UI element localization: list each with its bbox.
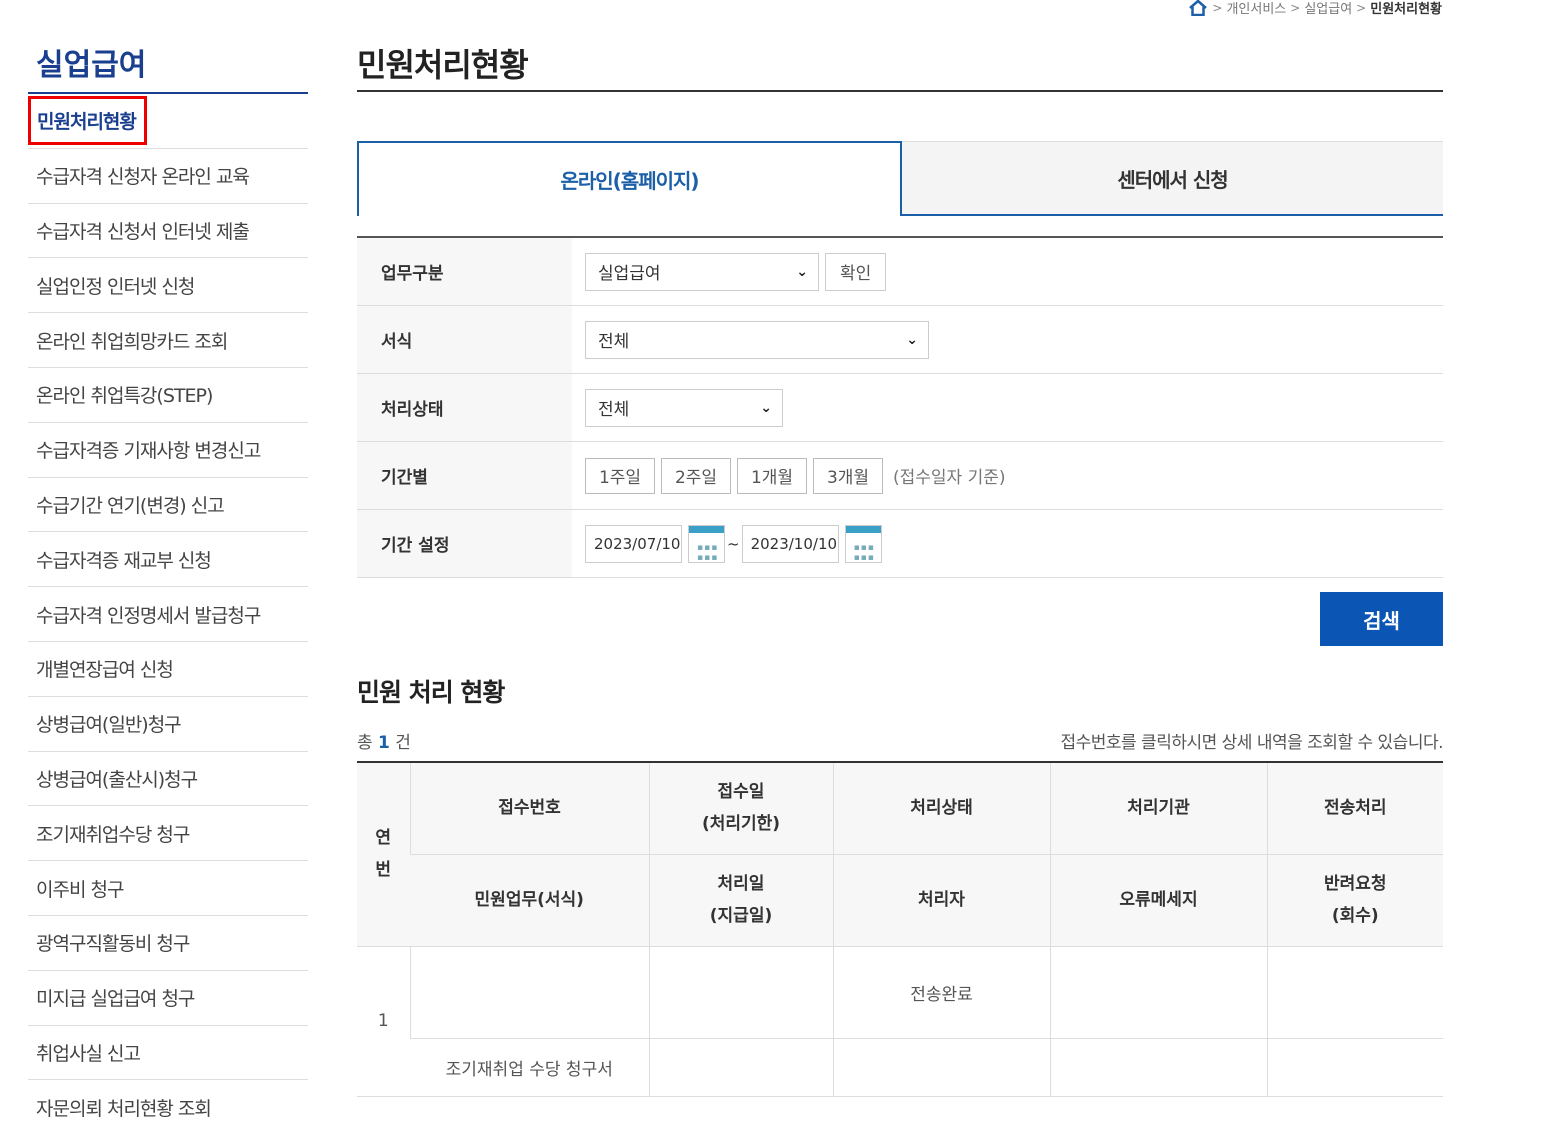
form-type-label: 서식 [357, 306, 572, 373]
sidebar-item-advisory-status[interactable]: 자문의뢰 처리현황 조회 [28, 1080, 308, 1125]
breadcrumb-current: 민원처리현황 [1370, 2, 1442, 17]
header-return: 반려요청 (회수) [1266, 854, 1443, 947]
header-process-date: 처리일 (지급일) [648, 854, 833, 947]
results-table: 연 번 접수번호 접수일 (처리기한) 처리상태 처리기관 전송처리 민원업무(… [357, 761, 1443, 1097]
chevron-right-icon: > [1290, 0, 1301, 15]
row-return [1266, 1038, 1443, 1097]
count-suffix: 건 [395, 733, 411, 753]
sidebar-item-change-report[interactable]: 수급자격증 기재사항 변경신고 [28, 423, 308, 478]
count-value: 1 [378, 733, 390, 753]
result-count: 총 1 건 [357, 728, 411, 753]
chevron-right-icon: > [1356, 0, 1367, 15]
period-note: (접수일자 기준) [893, 468, 1006, 488]
chevron-down-icon: ⌄ [760, 399, 772, 416]
sidebar-item-certificate[interactable]: 수급자격 인정명세서 발급청구 [28, 587, 308, 642]
status-select[interactable]: 전체 ⌄ [585, 388, 783, 427]
end-date-input[interactable]: 2023/10/10 [741, 524, 839, 563]
count-prefix: 총 [357, 733, 373, 753]
sidebar-item-job-hope-card[interactable]: 온라인 취업희망카드 조회 [28, 313, 308, 368]
row-receipt-date [648, 946, 833, 1039]
date-range-label: 기간 설정 [357, 510, 572, 577]
start-date-input[interactable]: 2023/07/10 [585, 524, 682, 563]
header-no: 연 번 [357, 762, 410, 947]
sidebar-item-step[interactable]: 온라인 취업특강(STEP) [28, 368, 308, 423]
status-label: 처리상태 [357, 374, 572, 441]
form-row-status: 처리상태 전체 ⌄ [357, 374, 1443, 442]
sidebar-item-reissue[interactable]: 수급자격증 재교부 신청 [28, 532, 308, 588]
header-agency: 처리기관 [1049, 762, 1267, 855]
header-error: 오류메세지 [1049, 854, 1267, 947]
sidebar-item-job-search-expense[interactable]: 광역구직활동비 청구 [28, 916, 308, 971]
results-title: 민원 처리 현황 [357, 678, 505, 707]
sidebar-item-early-reemployment[interactable]: 조기재취업수당 청구 [28, 806, 308, 862]
form-row-date-range: 기간 설정 2023/07/10 ▪▪▪ ▪▪▪ ~ 2023/10/10 ▪▪▪… [357, 510, 1443, 578]
sidebar-item-complaint-status[interactable]: 민원처리현황 [28, 94, 308, 149]
home-icon[interactable] [1188, 0, 1208, 16]
form-row-work-type: 업무구분 실업급여 ⌄ 확인 [357, 238, 1443, 306]
breadcrumb: > 개인서비스 > 실업급여 > 민원처리현황 [1188, 0, 1442, 17]
row-no: 1 [357, 946, 410, 1097]
sidebar: 실업급여 민원처리현황 수급자격 신청자 온라인 교육 수급자격 신청서 인터넷… [28, 40, 308, 1125]
tab-center[interactable]: 센터에서 신청 [902, 141, 1443, 216]
row-receipt-no[interactable] [409, 946, 649, 1039]
breadcrumb-item[interactable]: 실업급여 [1304, 0, 1352, 17]
sidebar-item-relocation[interactable]: 이주비 청구 [28, 861, 308, 916]
calendar-icon[interactable]: ▪▪▪ ▪▪▪ [844, 524, 882, 563]
table-row: 1 전송완료 [357, 946, 1443, 1097]
sidebar-item-sickness-general[interactable]: 상병급여(일반)청구 [28, 697, 308, 752]
row-status: 전송완료 [832, 946, 1050, 1039]
row-error [1049, 1038, 1267, 1097]
work-type-value: 실업급여 [598, 264, 661, 284]
work-type-select[interactable]: 실업급여 ⌄ [585, 252, 819, 291]
chevron-down-icon: ⌄ [906, 331, 918, 348]
header-receipt-no: 접수번호 [409, 762, 649, 855]
sidebar-item-online-education[interactable]: 수급자격 신청자 온라인 교육 [28, 149, 308, 204]
table-row: 조기재취업 수당 청구서 [357, 1038, 1443, 1097]
tab-bar: 온라인(홈페이지) 센터에서 신청 [357, 141, 1443, 216]
header-handler: 처리자 [832, 854, 1050, 947]
sidebar-title: 실업급여 [28, 40, 308, 94]
chevron-right-icon: > [1212, 0, 1223, 15]
chevron-down-icon: ⌄ [796, 263, 808, 280]
calendar-icon[interactable]: ▪▪▪ ▪▪▪ [688, 524, 725, 563]
sidebar-item-period-extension[interactable]: 수급기간 연기(변경) 신고 [28, 478, 308, 533]
header-transmit: 전송처리 [1266, 762, 1443, 855]
period-label: 기간별 [357, 442, 572, 509]
form-type-select[interactable]: 전체 ⌄ [585, 320, 929, 359]
sidebar-item-employment-report[interactable]: 취업사실 신고 [28, 1026, 308, 1081]
date-separator: ~ [727, 534, 740, 553]
work-type-label: 업무구분 [357, 238, 572, 305]
breadcrumb-item[interactable]: 개인서비스 [1226, 0, 1286, 17]
period-1week-button[interactable]: 1주일 [585, 457, 655, 494]
form-type-value: 전체 [598, 332, 630, 352]
sidebar-item-sickness-maternity[interactable]: 상병급여(출산시)청구 [28, 752, 308, 807]
row-transmit [1266, 946, 1443, 1039]
sidebar-item-unpaid-benefit[interactable]: 미지급 실업급여 청구 [28, 971, 308, 1026]
sidebar-item-individual-extension[interactable]: 개별연장급여 신청 [28, 642, 308, 697]
sidebar-item-label: 민원처리현황 [28, 96, 147, 146]
header-task: 민원업무(서식) [410, 854, 649, 947]
form-row-form-type: 서식 전체 ⌄ [357, 306, 1443, 374]
header-receipt-date: 접수일 (처리기한) [648, 762, 833, 855]
sidebar-item-unemployment-recognition[interactable]: 실업인정 인터넷 신청 [28, 258, 308, 314]
row-process-date [648, 1038, 833, 1097]
status-value: 전체 [598, 400, 630, 420]
search-button[interactable]: 검색 [1320, 592, 1443, 646]
results-hint: 접수번호를 클릭하시면 상세 내역을 조회할 수 있습니다. [1060, 733, 1443, 753]
period-3month-button[interactable]: 3개월 [813, 457, 883, 494]
period-1month-button[interactable]: 1개월 [737, 457, 807, 494]
row-handler [832, 1038, 1050, 1097]
sidebar-item-application-submit[interactable]: 수급자격 신청서 인터넷 제출 [28, 204, 308, 259]
header-status: 처리상태 [832, 762, 1050, 855]
form-row-period: 기간별 1주일 2주일 1개월 3개월 (접수일자 기준) [357, 442, 1443, 510]
period-2week-button[interactable]: 2주일 [661, 457, 731, 494]
row-task: 조기재취업 수당 청구서 [410, 1038, 649, 1097]
page-title: 민원처리현황 [357, 40, 1443, 92]
tab-online[interactable]: 온라인(홈페이지) [357, 141, 902, 216]
row-agency [1049, 946, 1267, 1039]
search-form: 업무구분 실업급여 ⌄ 확인 서식 전체 ⌄ 처리상태 전체 ⌄ 기간별 1주일… [357, 236, 1443, 578]
main-content: 민원처리현황 온라인(홈페이지) 센터에서 신청 업무구분 실업급여 ⌄ 확인 … [357, 40, 1443, 1097]
confirm-button[interactable]: 확인 [825, 252, 887, 291]
